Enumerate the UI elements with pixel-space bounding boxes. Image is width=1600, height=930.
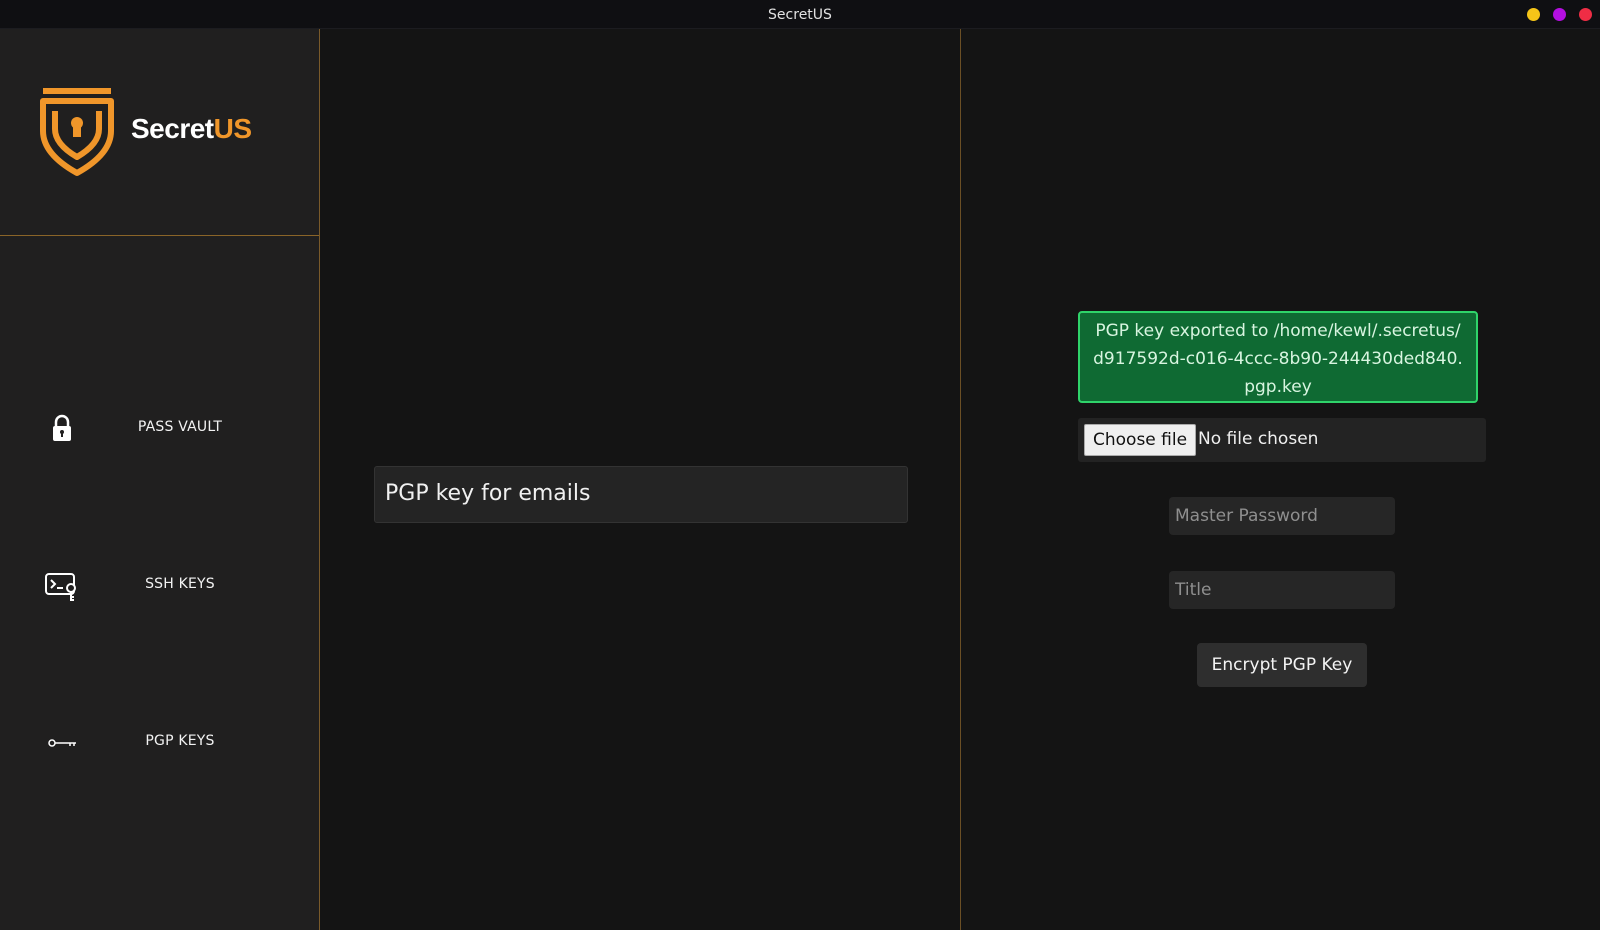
close-button[interactable] [1579, 8, 1592, 21]
sidebar: SecretUS PASS VAULT SSH KEYS PGP KEYS [0, 29, 320, 930]
file-picker[interactable]: Choose file No file chosen [1078, 418, 1486, 462]
sidebar-item-pgp-keys[interactable]: PGP KEYS [0, 713, 319, 773]
sidebar-item-label: PGP KEYS [145, 733, 215, 749]
shield-logo-icon [40, 88, 114, 176]
encrypt-pgp-key-button[interactable]: Encrypt PGP Key [1197, 643, 1367, 687]
encrypt-form-panel: PGP key exported to /home/kewl/.secretus… [961, 29, 1600, 930]
choose-file-button[interactable]: Choose file [1084, 424, 1197, 456]
key-icon [48, 739, 76, 747]
terminal-key-icon [45, 573, 76, 601]
list-item-title: PGP key for emails [385, 481, 591, 506]
maximize-button[interactable] [1553, 8, 1566, 21]
sidebar-item-ssh-keys[interactable]: SSH KEYS [0, 556, 319, 616]
brand-header: SecretUS [0, 29, 319, 236]
brand-name: SecretUS [131, 113, 252, 144]
title-bar: SecretUS [0, 0, 1600, 29]
sidebar-item-label: SSH KEYS [145, 576, 215, 592]
app-window: SecretUS SecretUS PASS VAULT SSH KEYS PG… [0, 0, 1600, 930]
sidebar-item-pass-vault[interactable]: PASS VAULT [0, 399, 319, 459]
success-alert: PGP key exported to /home/kewl/.secretus… [1078, 311, 1478, 403]
title-input[interactable] [1169, 571, 1395, 609]
minimize-button[interactable] [1527, 8, 1540, 21]
file-status: No file chosen [1198, 429, 1319, 449]
window-title: SecretUS [768, 7, 832, 23]
master-password-input[interactable] [1169, 497, 1395, 535]
sidebar-item-label: PASS VAULT [137, 419, 223, 435]
list-item[interactable]: PGP key for emails [374, 466, 908, 523]
key-list-panel: PGP key for emails [320, 29, 961, 930]
lock-icon [53, 414, 71, 441]
